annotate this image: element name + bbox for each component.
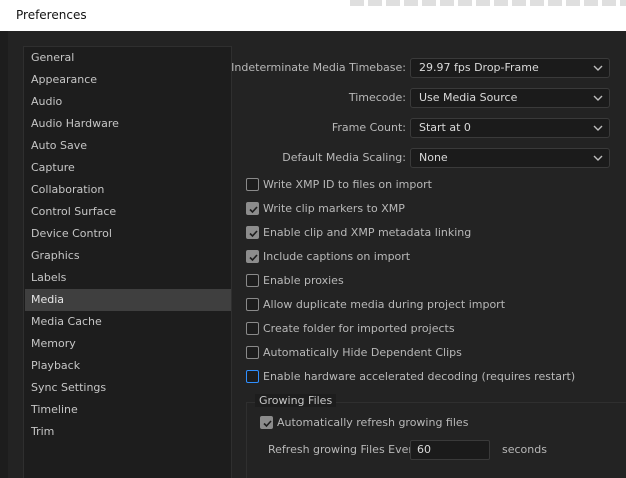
timecode-dropdown[interactable]: Use Media Source (410, 88, 610, 108)
timecode-label: Timecode: (348, 91, 406, 104)
checkbox-box[interactable] (246, 298, 259, 311)
timebase-dropdown[interactable]: 29.97 fps Drop-Frame (410, 58, 610, 78)
timebase-label: Indeterminate Media Timebase: (231, 61, 406, 74)
chevron-down-icon (593, 95, 603, 101)
checkbox-label: Create folder for imported projects (263, 322, 455, 335)
frame-count-value: Start at 0 (419, 121, 471, 134)
sidebar-item-timeline[interactable]: Timeline (25, 399, 231, 421)
sidebar-item-general[interactable]: General (25, 47, 231, 69)
chevron-down-icon (593, 125, 603, 131)
checkbox-label: Write XMP ID to files on import (263, 178, 432, 191)
field-row-frame-count: Frame Count: Start at 0 (232, 117, 626, 139)
sidebar-item-audio[interactable]: Audio (25, 91, 231, 113)
refresh-interval-label: Refresh growing Files Every (268, 443, 420, 456)
refresh-interval-value: 60 (417, 443, 431, 456)
field-row-timebase: Indeterminate Media Timebase: 29.97 fps … (231, 57, 626, 79)
checkbox-box[interactable] (246, 178, 259, 191)
field-row-timecode: Timecode: Use Media Source (232, 87, 626, 109)
preferences-sidebar: General Appearance Audio Audio Hardware … (23, 46, 232, 478)
timecode-value: Use Media Source (419, 91, 518, 104)
timebase-value: 29.97 fps Drop-Frame (419, 61, 539, 74)
refresh-interval-input[interactable]: 60 (410, 440, 490, 460)
sidebar-item-labels[interactable]: Labels (25, 267, 231, 289)
checkbox-box[interactable] (246, 202, 259, 215)
background-window-strip (350, 0, 626, 6)
checkbox-box[interactable] (246, 322, 259, 335)
sidebar-item-media-cache[interactable]: Media Cache (25, 311, 231, 333)
sidebar-item-trim[interactable]: Trim (25, 421, 231, 443)
chevron-down-icon (593, 155, 603, 161)
chevron-down-icon (593, 65, 603, 71)
sidebar-item-device-control[interactable]: Device Control (25, 223, 231, 245)
sidebar-item-memory[interactable]: Memory (25, 333, 231, 355)
checkbox-box[interactable] (246, 250, 259, 263)
sidebar-item-appearance[interactable]: Appearance (25, 69, 231, 91)
media-scaling-value: None (419, 151, 448, 164)
refresh-interval-unit: seconds (502, 443, 547, 456)
checkbox-label: Automatically refresh growing files (277, 416, 469, 429)
growing-files-title: Growing Files (255, 394, 337, 407)
checkbox-box[interactable] (246, 274, 259, 287)
frame-count-label: Frame Count: (331, 121, 406, 134)
window-title: Preferences (16, 8, 87, 22)
media-preferences-panel: Indeterminate Media Timebase: 29.97 fps … (231, 46, 626, 478)
checkmark-icon (249, 254, 258, 262)
field-row-media-scaling: Default Media Scaling: None (232, 147, 626, 169)
sidebar-item-collaboration[interactable]: Collaboration (25, 179, 231, 201)
checkbox-label: Enable clip and XMP metadata linking (263, 226, 472, 239)
checkbox-box[interactable] (246, 370, 259, 383)
media-scaling-label: Default Media Scaling: (282, 151, 406, 164)
checkbox-label: Include captions on import (263, 250, 411, 263)
checkbox-box[interactable] (246, 346, 259, 359)
checkbox-box[interactable] (260, 416, 273, 429)
sidebar-item-playback[interactable]: Playback (25, 355, 231, 377)
checkbox-label: Enable proxies (263, 274, 344, 287)
title-bar: Preferences (0, 0, 626, 31)
checkbox-label: Allow duplicate media during project imp… (263, 298, 506, 311)
checkmark-icon (249, 206, 258, 214)
sidebar-item-media[interactable]: Media (25, 289, 231, 311)
sidebar-item-sync-settings[interactable]: Sync Settings (25, 377, 231, 399)
checkbox-label: Automatically Hide Dependent Clips (263, 346, 462, 359)
checkmark-icon (263, 420, 272, 428)
checkbox-label: Enable hardware accelerated decoding (re… (263, 370, 576, 383)
checkmark-icon (249, 230, 258, 238)
checkbox-box[interactable] (246, 226, 259, 239)
checkbox-label: Write clip markers to XMP (263, 202, 405, 215)
sidebar-item-auto-save[interactable]: Auto Save (25, 135, 231, 157)
sidebar-item-audio-hardware[interactable]: Audio Hardware (25, 113, 231, 135)
sidebar-item-control-surface[interactable]: Control Surface (25, 201, 231, 223)
frame-count-dropdown[interactable]: Start at 0 (410, 118, 610, 138)
media-scaling-dropdown[interactable]: None (410, 148, 610, 168)
sidebar-item-graphics[interactable]: Graphics (25, 245, 231, 267)
sidebar-item-capture[interactable]: Capture (25, 157, 231, 179)
